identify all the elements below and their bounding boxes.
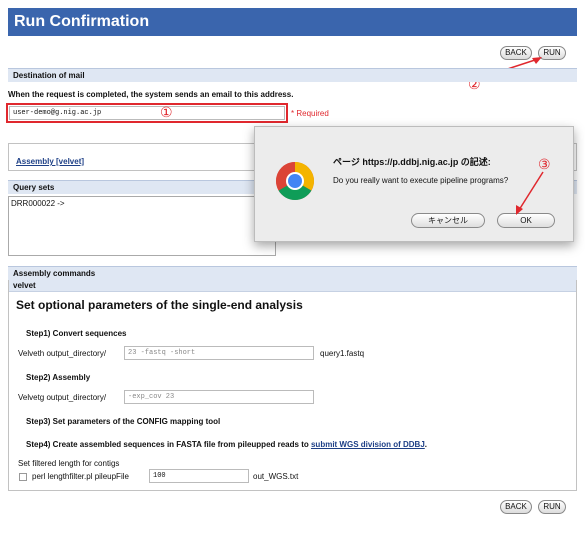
page-title: Run Confirmation [14, 13, 150, 30]
velveth-suffix: query1.fastq [320, 349, 365, 358]
velveth-field[interactable]: 23 -fastq -short [124, 346, 314, 360]
filter-checkbox[interactable] [19, 473, 27, 481]
step4-period: . [424, 440, 427, 449]
submit-wgs-link[interactable]: submit WGS division of DDBJ [311, 440, 425, 449]
assembly-link[interactable]: Assembly [velvet] [16, 157, 84, 166]
query-textarea[interactable]: DRR000022 -> [8, 196, 276, 256]
mail-description: When the request is completed, the syste… [8, 90, 294, 99]
dialog-title: ページ https://p.ddbj.nig.ac.jp の記述: [333, 157, 491, 167]
commands-section-header: Assembly commands [8, 266, 577, 280]
chrome-icon [276, 162, 314, 200]
required-label: * Required [291, 109, 329, 118]
step3-label: Step3) Set parameters of the CONFIG mapp… [26, 417, 221, 426]
run-button-bottom[interactable]: RUN [538, 500, 566, 514]
callout-arrow-three [516, 171, 544, 215]
step2-label: Step2) Assembly [26, 373, 91, 382]
perl-suffix: out_WGS.txt [253, 472, 299, 481]
velvetg-label: Velvetg output_directory/ [18, 393, 107, 402]
query-value: DRR000022 -> [11, 199, 65, 208]
velvetg-field[interactable]: -exp_cov 23 [124, 390, 314, 404]
callout-one: ① [160, 104, 173, 120]
step4-label: Step4) Create assembled sequences in FAS… [26, 440, 427, 449]
velveth-label: Velveth output_directory/ [18, 349, 107, 358]
email-field[interactable]: user-demo@g.nig.ac.jp [9, 106, 285, 120]
step1-label: Step1) Convert sequences [26, 329, 127, 338]
back-button-bottom[interactable]: BACK [500, 500, 532, 514]
dialog-message: Do you really want to execute pipeline p… [333, 176, 509, 185]
mail-section-header: Destination of mail [8, 68, 577, 82]
cancel-button[interactable]: キャンセル [411, 213, 485, 228]
velvet-bar: velvet [9, 280, 576, 292]
filter-length-field[interactable]: 100 [149, 469, 249, 483]
page-header: Run Confirmation [8, 8, 577, 36]
step4-text: Step4) Create assembled sequences in FAS… [26, 440, 309, 449]
filter-label: Set filtered length for contigs [18, 459, 120, 468]
commands-heading: Set optional parameters of the single-en… [16, 298, 303, 312]
perl-label: perl lengthfilter.pl pileupFile [32, 472, 129, 481]
